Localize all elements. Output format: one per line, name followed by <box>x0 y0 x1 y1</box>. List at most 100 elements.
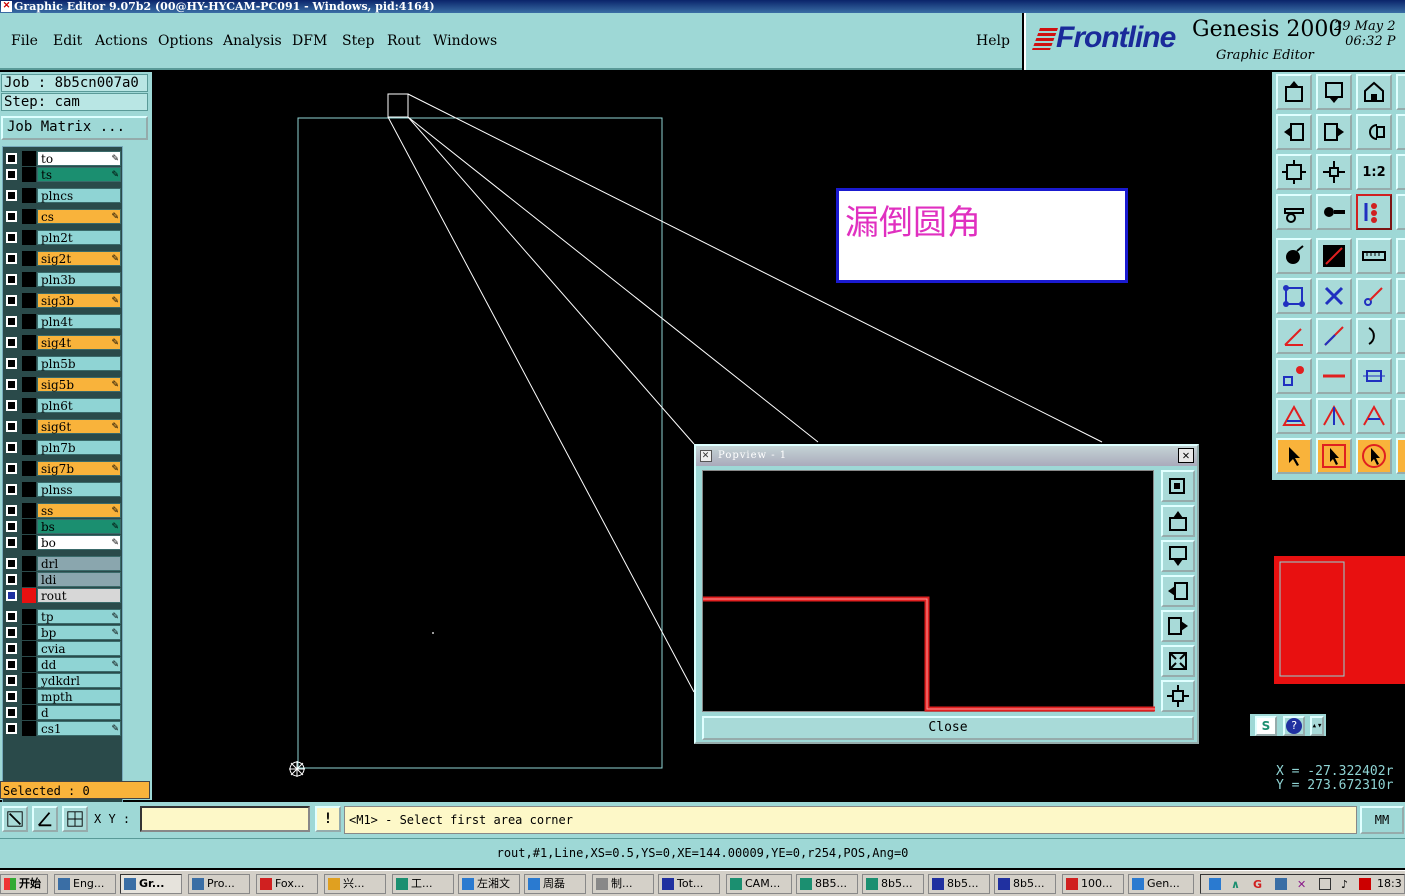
tool-edge-button[interactable] <box>1396 358 1405 394</box>
layer-checkbox[interactable] <box>6 643 17 654</box>
tool-node-button[interactable] <box>1276 358 1312 394</box>
layer-row-d[interactable]: d <box>3 705 124 720</box>
layer-color-swatch[interactable] <box>22 272 36 287</box>
layer-name[interactable]: sig6t ✎ <box>37 419 121 434</box>
taskbar-item[interactable]: 工... <box>392 874 454 894</box>
tool-pan-right-button[interactable] <box>1316 114 1352 150</box>
layer-name[interactable]: ldi <box>37 572 121 587</box>
layer-color-swatch[interactable] <box>22 721 36 736</box>
layer-row-pln2t[interactable]: pln2t <box>3 230 124 245</box>
menu-edit[interactable]: Edit <box>53 33 82 49</box>
menu-windows[interactable]: Windows <box>433 33 497 49</box>
tool-select-lasso-button[interactable] <box>1356 438 1392 474</box>
layer-row-plncs[interactable]: plncs <box>3 188 124 203</box>
popview-pan-down-button[interactable] <box>1161 540 1195 572</box>
tool-edge-button[interactable] <box>1396 318 1405 354</box>
layer-checkbox[interactable] <box>6 379 17 390</box>
layer-row-bs[interactable]: bs ✎ <box>3 519 124 534</box>
layer-row-bo[interactable]: bo ✎ <box>3 535 124 550</box>
tool-edge-button[interactable] <box>1396 398 1405 434</box>
layer-row-cs1[interactable]: cs1 ✎ <box>3 721 124 736</box>
layer-name[interactable]: to ✎ <box>37 151 121 166</box>
layer-row-dd[interactable]: dd ✎ <box>3 657 124 672</box>
taskbar-item[interactable]: 8b5... <box>928 874 990 894</box>
layer-checkbox[interactable] <box>6 484 17 495</box>
taskbar-item[interactable]: 周磊 <box>524 874 586 894</box>
popview-pan-left-button[interactable] <box>1161 575 1195 607</box>
layer-checkbox[interactable] <box>6 521 17 532</box>
tool-peak-button[interactable] <box>1316 398 1352 434</box>
layer-color-swatch[interactable] <box>22 314 36 329</box>
tool-triangle-button[interactable] <box>1276 398 1312 434</box>
menu-help[interactable]: Help <box>976 33 1010 49</box>
layer-checkbox[interactable] <box>6 574 17 585</box>
layer-row-pln4t[interactable]: pln4t <box>3 314 124 329</box>
layer-row-plnss[interactable]: plnss <box>3 482 124 497</box>
tool-stretch-button[interactable] <box>1356 358 1392 394</box>
layer-row-mpth[interactable]: mpth <box>3 689 124 704</box>
menu-dfm[interactable]: DFM <box>292 33 327 49</box>
layer-name[interactable]: sig5b ✎ <box>37 377 121 392</box>
taskbar-item[interactable]: 8B5... <box>796 874 858 894</box>
tool-edge-button[interactable] <box>1396 114 1405 150</box>
layer-name[interactable]: sig7b ✎ <box>37 461 121 476</box>
layer-name[interactable]: sig3b ✎ <box>37 293 121 308</box>
taskbar-item[interactable]: Pro... <box>188 874 250 894</box>
layer-checkbox[interactable] <box>6 421 17 432</box>
layer-row-ldi[interactable]: ldi <box>3 572 124 587</box>
layer-color-swatch[interactable] <box>22 230 36 245</box>
layer-checkbox[interactable] <box>6 274 17 285</box>
layer-checkbox[interactable] <box>6 590 17 601</box>
tool-home-button[interactable] <box>1356 74 1392 110</box>
layer-checkbox[interactable] <box>6 723 17 734</box>
layer-color-swatch[interactable] <box>22 398 36 413</box>
taskbar-item[interactable]: CAM... <box>726 874 792 894</box>
layer-color-swatch[interactable] <box>22 609 36 624</box>
tool-split-button[interactable] <box>1316 358 1352 394</box>
layer-checkbox[interactable] <box>6 707 17 718</box>
tool-edge-button[interactable] <box>1396 438 1405 474</box>
layer-row-pln6t[interactable]: pln6t <box>3 398 124 413</box>
tray-icon[interactable] <box>1319 878 1331 890</box>
layer-checkbox[interactable] <box>6 253 17 264</box>
menu-analysis[interactable]: Analysis <box>223 33 282 49</box>
tool-delete-button[interactable] <box>1316 278 1352 314</box>
layer-color-swatch[interactable] <box>22 641 36 656</box>
layer-color-swatch[interactable] <box>22 356 36 371</box>
layer-name[interactable]: bs ✎ <box>37 519 121 534</box>
popview-zoom-in-button[interactable] <box>1161 680 1195 712</box>
menu-step[interactable]: Step <box>342 33 374 49</box>
layer-checkbox[interactable] <box>6 211 17 222</box>
layer-color-swatch[interactable] <box>22 167 36 182</box>
layer-row-sig7b[interactable]: sig7b ✎ <box>3 461 124 476</box>
tool-arch-button[interactable] <box>1356 398 1392 434</box>
tool-edge-button[interactable] <box>1396 278 1405 314</box>
layer-color-swatch[interactable] <box>22 293 36 308</box>
layer-checkbox[interactable] <box>6 232 17 243</box>
layer-checkbox[interactable] <box>6 691 17 702</box>
layer-color-swatch[interactable] <box>22 625 36 640</box>
layer-color-swatch[interactable] <box>22 535 36 550</box>
layer-color-swatch[interactable] <box>22 519 36 534</box>
xy-input[interactable] <box>140 806 310 832</box>
overview-help-button[interactable]: ? <box>1283 716 1305 736</box>
layer-row-sig3b[interactable]: sig3b ✎ <box>3 293 124 308</box>
popview-close-button[interactable]: Close <box>702 716 1194 740</box>
taskbar-item[interactable]: 100... <box>1062 874 1124 894</box>
tool-line-button[interactable] <box>1316 238 1352 274</box>
tool-arc-button[interactable] <box>1356 318 1392 354</box>
layer-row-ts[interactable]: ts ✎ <box>3 167 124 182</box>
layer-row-sig2t[interactable]: sig2t ✎ <box>3 251 124 266</box>
layer-name[interactable]: pln3b <box>37 272 121 287</box>
tool-zoom-out-button[interactable] <box>1276 154 1312 190</box>
layer-checkbox[interactable] <box>6 153 17 164</box>
layer-name[interactable]: tp ✎ <box>37 609 121 624</box>
menu-options[interactable]: Options <box>158 33 213 49</box>
layer-checkbox[interactable] <box>6 611 17 622</box>
layer-row-pln7b[interactable]: pln7b <box>3 440 124 455</box>
layer-name[interactable]: bo ✎ <box>37 535 121 550</box>
layer-checkbox[interactable] <box>6 190 17 201</box>
layer-name[interactable]: cs ✎ <box>37 209 121 224</box>
layer-checkbox[interactable] <box>6 659 17 670</box>
layer-name[interactable]: cvia <box>37 641 121 656</box>
